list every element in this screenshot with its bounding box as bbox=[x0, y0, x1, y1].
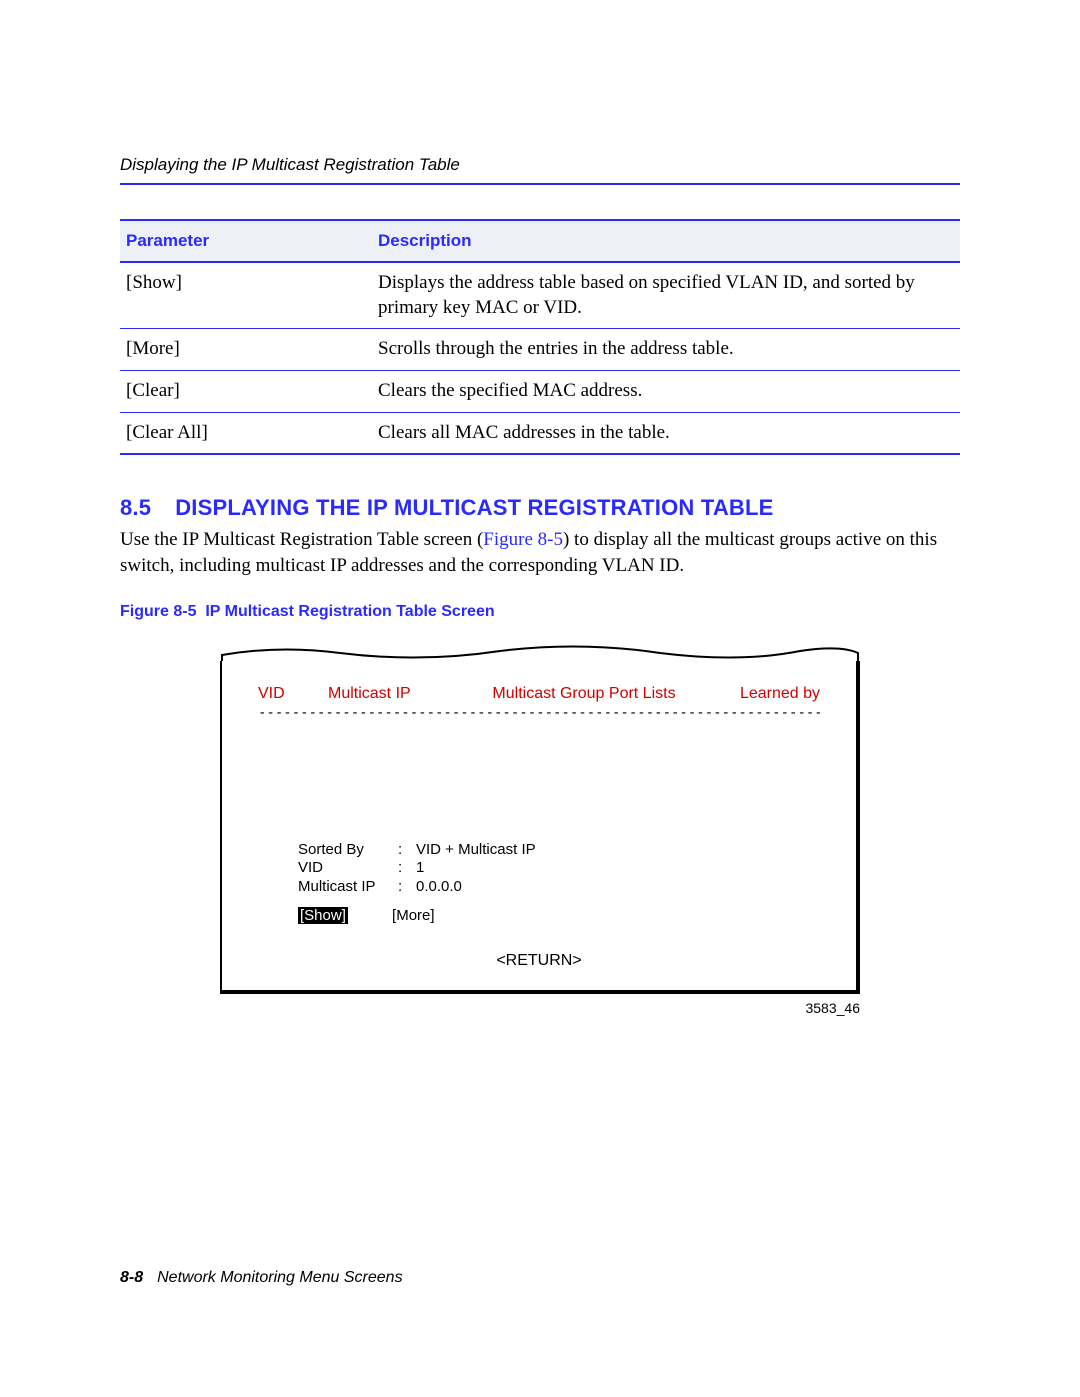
parameter-table: Parameter Description [Show] Displays th… bbox=[120, 219, 960, 455]
kv-value: VID + Multicast IP bbox=[416, 841, 536, 860]
kv-key: VID bbox=[298, 859, 398, 878]
dashed-separator: ----------------------------------------… bbox=[258, 705, 820, 721]
col-vid: VID bbox=[258, 685, 328, 703]
table-header-description: Description bbox=[372, 220, 960, 262]
figure-caption: Figure 8-5 IP Multicast Registration Tab… bbox=[120, 603, 960, 621]
cell-description: Clears all MAC addresses in the table. bbox=[372, 412, 960, 454]
section-body: Use the IP Multicast Registration Table … bbox=[120, 527, 960, 578]
col-group: Multicast Group Port Lists bbox=[458, 685, 710, 703]
figure-reference-link[interactable]: Figure 8-5 bbox=[483, 529, 563, 550]
running-head: Displaying the IP Multicast Registration… bbox=[120, 155, 960, 185]
more-button[interactable]: [More] bbox=[392, 907, 435, 924]
cell-parameter: [More] bbox=[120, 329, 372, 371]
figure-label: Figure 8-5 bbox=[120, 603, 196, 620]
table-row: [More] Scrolls through the entries in th… bbox=[120, 329, 960, 371]
kv-key: Sorted By bbox=[298, 841, 398, 860]
kv-value: 1 bbox=[416, 859, 424, 878]
footer-title: Network Monitoring Menu Screens bbox=[157, 1269, 402, 1286]
screen-header-row: VID Multicast IP Multicast Group Port Li… bbox=[258, 685, 820, 703]
terminal-screenshot: VID Multicast IP Multicast Group Port Li… bbox=[220, 643, 860, 994]
cell-parameter: [Clear] bbox=[120, 371, 372, 413]
page-number: 8-8 bbox=[120, 1269, 143, 1286]
body-pre: Use the IP Multicast Registration Table … bbox=[120, 529, 483, 550]
screen-buttons: [Show] [More] bbox=[298, 907, 820, 924]
image-number: 3583_46 bbox=[220, 1000, 860, 1016]
kv-key: Multicast IP bbox=[298, 878, 398, 897]
cell-description: Displays the address table based on spec… bbox=[372, 262, 960, 329]
figure-title: IP Multicast Registration Table Screen bbox=[205, 603, 494, 620]
section-title: DISPLAYING THE IP MULTICAST REGISTRATION… bbox=[175, 495, 773, 520]
cell-parameter: [Show] bbox=[120, 262, 372, 329]
kv-value: 0.0.0.0 bbox=[416, 878, 462, 897]
page-footer: 8-8 Network Monitoring Menu Screens bbox=[120, 1269, 403, 1287]
cell-parameter: [Clear All] bbox=[120, 412, 372, 454]
section-number: 8.5 bbox=[120, 495, 151, 520]
table-header-parameter: Parameter bbox=[120, 220, 372, 262]
torn-edge-icon bbox=[220, 643, 860, 661]
table-row: [Clear All] Clears all MAC addresses in … bbox=[120, 412, 960, 454]
col-multicast-ip: Multicast IP bbox=[328, 685, 458, 703]
table-row: [Clear] Clears the specified MAC address… bbox=[120, 371, 960, 413]
section-heading: 8.5 DISPLAYING THE IP MULTICAST REGISTRAT… bbox=[120, 495, 960, 521]
table-row: [Show] Displays the address table based … bbox=[120, 262, 960, 329]
screen-params: Sorted By:VID + Multicast IP VID:1 Multi… bbox=[298, 841, 820, 897]
show-button[interactable]: [Show] bbox=[298, 907, 348, 924]
cell-description: Clears the specified MAC address. bbox=[372, 371, 960, 413]
col-learned-by: Learned by bbox=[710, 685, 820, 703]
return-button[interactable]: <RETURN> bbox=[258, 952, 820, 970]
cell-description: Scrolls through the entries in the addre… bbox=[372, 329, 960, 371]
